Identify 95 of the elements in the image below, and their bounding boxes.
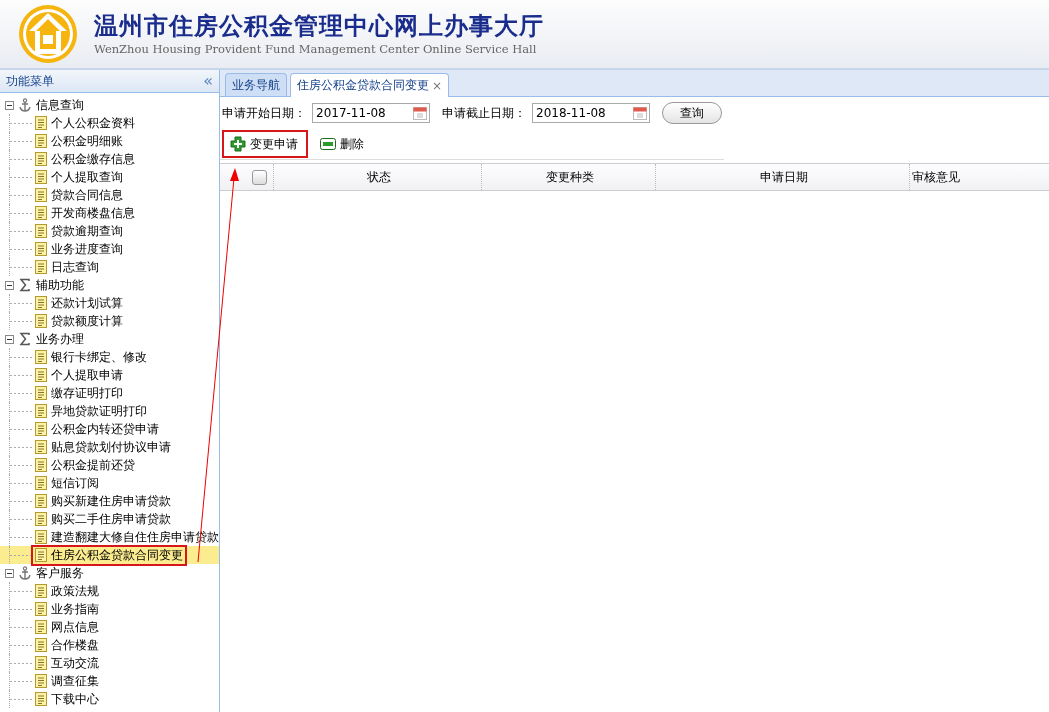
tree-item[interactable]: 贷款额度计算 [0, 312, 219, 330]
document-icon [35, 674, 47, 688]
tree-item[interactable]: 住房公积金贷款合同变更 [0, 546, 219, 564]
document-icon [35, 530, 47, 544]
tree-item[interactable]: 公积金明细账 [0, 132, 219, 150]
anchor-icon [18, 566, 32, 580]
tree-item[interactable]: 异地贷款证明打印 [0, 402, 219, 420]
document-icon [35, 422, 47, 436]
date-field[interactable]: 2018-11-08 [532, 103, 650, 123]
document-icon [35, 656, 47, 670]
tree-item[interactable]: 个人提取申请 [0, 366, 219, 384]
close-icon[interactable]: × [432, 78, 443, 93]
tree-item[interactable]: 购买二手住房申请贷款 [0, 510, 219, 528]
tree-item[interactable]: 调查征集 [0, 672, 219, 690]
document-icon [35, 314, 47, 328]
document-icon [35, 350, 47, 364]
tab[interactable]: 住房公积金贷款合同变更 × [290, 73, 450, 97]
tree-item[interactable]: 下载中心 [0, 690, 219, 708]
tree-item[interactable]: 公积金提前还贷 [0, 456, 219, 474]
document-icon [35, 692, 47, 706]
tree-item[interactable]: 贴息贷款划付协议申请 [0, 438, 219, 456]
tree-item[interactable]: 公积金内转还贷申请 [0, 420, 219, 438]
document-icon [35, 260, 47, 274]
document-icon [35, 368, 47, 382]
document-icon [35, 620, 47, 634]
collapse-toggle-icon[interactable] [5, 334, 14, 344]
sigma-icon [18, 278, 32, 292]
document-icon [35, 188, 47, 202]
column-header[interactable]: 状态 [366, 168, 391, 186]
tree-item[interactable]: 网点信息 [0, 618, 219, 636]
tree-group[interactable]: 业务办理 [0, 330, 219, 348]
filter-label: 申请截止日期： [442, 104, 526, 122]
collapse-toggle-icon[interactable] [5, 280, 14, 290]
document-icon [35, 224, 47, 238]
tree-item[interactable]: 合作楼盘 [0, 636, 219, 654]
tab[interactable]: 业务导航 [225, 73, 287, 96]
tree-item[interactable]: 日志查询 [0, 258, 219, 276]
calendar-icon[interactable] [633, 106, 647, 120]
toolbar-button[interactable]: 删除 [312, 130, 374, 158]
calendar-icon[interactable] [413, 106, 427, 120]
minus-icon [320, 138, 336, 150]
tree-item[interactable]: 公积金缴存信息 [0, 150, 219, 168]
sigma-icon [18, 332, 32, 346]
document-icon [35, 242, 47, 256]
anchor-icon [18, 98, 32, 112]
sidebar-title: 功能菜单 [6, 72, 54, 90]
house-logo-icon [18, 4, 78, 64]
document-icon [35, 386, 47, 400]
document-icon [35, 584, 47, 598]
document-icon [35, 116, 47, 130]
tree-item[interactable]: 缴存证明打印 [0, 384, 219, 402]
tree-group[interactable]: 辅助功能 [0, 276, 219, 294]
tree-item[interactable]: 短信订阅 [0, 474, 219, 492]
tree-item[interactable]: 个人提取查询 [0, 168, 219, 186]
tree-item[interactable]: 开发商楼盘信息 [0, 204, 219, 222]
document-icon [35, 296, 47, 310]
document-icon [35, 494, 47, 508]
tree-item[interactable]: 政策法规 [0, 582, 219, 600]
document-icon [35, 134, 47, 148]
column-header[interactable]: 变更种类 [545, 168, 594, 186]
document-icon [35, 170, 47, 184]
highlight-frame: 住房公积金贷款合同变更 [33, 546, 185, 564]
document-icon [35, 512, 47, 526]
collapse-toggle-icon[interactable] [5, 100, 14, 110]
filter-label: 申请开始日期： [222, 104, 306, 122]
select-all-checkbox[interactable] [252, 169, 267, 185]
document-icon [35, 602, 47, 616]
tree-item[interactable]: 贷款逾期查询 [0, 222, 219, 240]
site-subtitle: WenZhou Housing Provident Fund Management Center Online Service Hall [94, 41, 538, 57]
date-field[interactable]: 2017-11-08 [312, 103, 430, 123]
toolbar-button[interactable]: 变更申请 [222, 130, 308, 158]
query-button[interactable]: 查询 [662, 102, 722, 124]
document-icon [35, 152, 47, 166]
document-icon [35, 206, 47, 220]
document-icon [35, 404, 47, 418]
tree-item[interactable]: 个人公积金资料 [0, 114, 219, 132]
tree-group[interactable]: 信息查询 [0, 96, 219, 114]
tree-group[interactable]: 客户服务 [0, 564, 219, 582]
document-icon [35, 638, 47, 652]
document-icon [35, 458, 47, 472]
tree-item[interactable]: 贷款合同信息 [0, 186, 219, 204]
tree-item[interactable]: 银行卡绑定、修改 [0, 348, 219, 366]
collapse-toggle-icon[interactable] [5, 568, 14, 578]
document-icon [35, 548, 47, 562]
tree-item[interactable]: 业务进度查询 [0, 240, 219, 258]
tree-item[interactable]: 购买新建住房申请贷款 [0, 492, 219, 510]
site-title: 温州市住房公积金管理中心网上办事大厅 [94, 11, 544, 41]
plus-icon [230, 136, 246, 152]
document-icon [35, 476, 47, 490]
tree-item[interactable]: 还款计划试算 [0, 294, 219, 312]
column-header[interactable]: 申请日期 [759, 168, 808, 186]
tree-item[interactable]: 互动交流 [0, 654, 219, 672]
tree-item[interactable]: 业务指南 [0, 600, 219, 618]
column-header[interactable]: 审核意见 [912, 168, 960, 186]
document-icon [35, 440, 47, 454]
